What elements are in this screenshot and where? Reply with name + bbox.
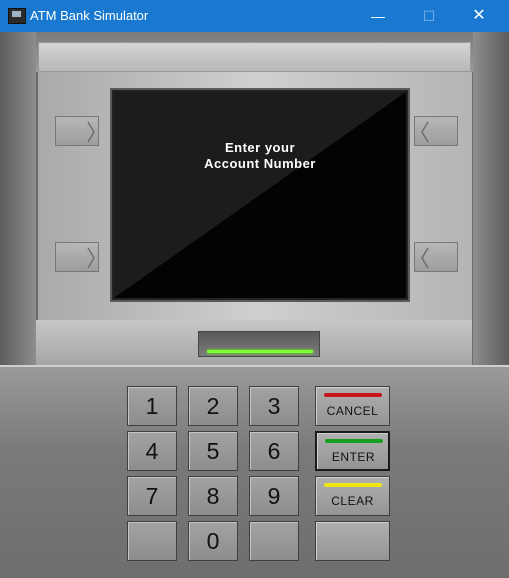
key-2[interactable]: 2 xyxy=(188,386,238,426)
cancel-label: CANCEL xyxy=(326,404,379,418)
atm-right-wall xyxy=(473,32,509,365)
enter-indicator-bar xyxy=(325,439,383,443)
maximize-button[interactable]: ☐ xyxy=(406,0,452,32)
shelf-edge xyxy=(0,365,509,367)
screen-prompt-line1: Enter your xyxy=(224,140,295,155)
enter-button[interactable]: ENTER xyxy=(315,431,390,471)
key-0[interactable]: 0 xyxy=(188,521,238,561)
clear-label: CLEAR xyxy=(331,494,374,508)
atm-screen-frame: Enter your Account Number xyxy=(110,88,410,302)
clear-indicator-bar xyxy=(324,483,382,487)
card-slot[interactable] xyxy=(198,331,320,357)
atm-top-strip xyxy=(38,42,471,72)
atm-window: ATM Bank Simulator — ☐ ✕ Enter your Acco… xyxy=(0,0,509,578)
screen-left-button-1[interactable] xyxy=(55,116,99,146)
key-4[interactable]: 4 xyxy=(127,431,177,471)
screen-right-button-1[interactable] xyxy=(414,116,458,146)
key-1[interactable]: 1 xyxy=(127,386,177,426)
enter-label: ENTER xyxy=(331,450,376,464)
key-6[interactable]: 6 xyxy=(249,431,299,471)
chevron-left-icon xyxy=(421,121,429,143)
chevron-left-icon xyxy=(421,247,429,269)
atm-screen: Enter your Account Number xyxy=(114,92,406,298)
screen-left-button-2[interactable] xyxy=(55,242,99,272)
key-blank-left[interactable] xyxy=(127,521,177,561)
atm-body: Enter your Account Number 1 2 3 4 5 6 7 … xyxy=(0,32,509,578)
window-title: ATM Bank Simulator xyxy=(30,8,149,23)
atm-app-icon xyxy=(8,8,26,24)
chevron-right-icon xyxy=(87,121,95,143)
clear-button[interactable]: CLEAR xyxy=(315,476,390,516)
chevron-right-icon xyxy=(87,247,95,269)
screen-prompt: Enter your Account Number xyxy=(114,140,406,172)
cancel-button[interactable]: CANCEL xyxy=(315,386,390,426)
key-9[interactable]: 9 xyxy=(249,476,299,516)
screen-glare xyxy=(114,92,406,298)
title-bar: ATM Bank Simulator — ☐ ✕ xyxy=(0,0,509,32)
screen-right-button-2[interactable] xyxy=(414,242,458,272)
close-button[interactable]: ✕ xyxy=(456,0,502,32)
blank-function-button[interactable] xyxy=(315,521,390,561)
key-3[interactable]: 3 xyxy=(249,386,299,426)
key-5[interactable]: 5 xyxy=(188,431,238,471)
key-blank-right[interactable] xyxy=(249,521,299,561)
card-slot-indicator-light xyxy=(207,350,313,353)
key-7[interactable]: 7 xyxy=(127,476,177,516)
atm-left-wall xyxy=(0,32,36,365)
minimize-button[interactable]: — xyxy=(355,0,401,32)
cancel-indicator-bar xyxy=(324,393,382,397)
screen-prompt-line2: Account Number xyxy=(204,156,316,171)
key-8[interactable]: 8 xyxy=(188,476,238,516)
